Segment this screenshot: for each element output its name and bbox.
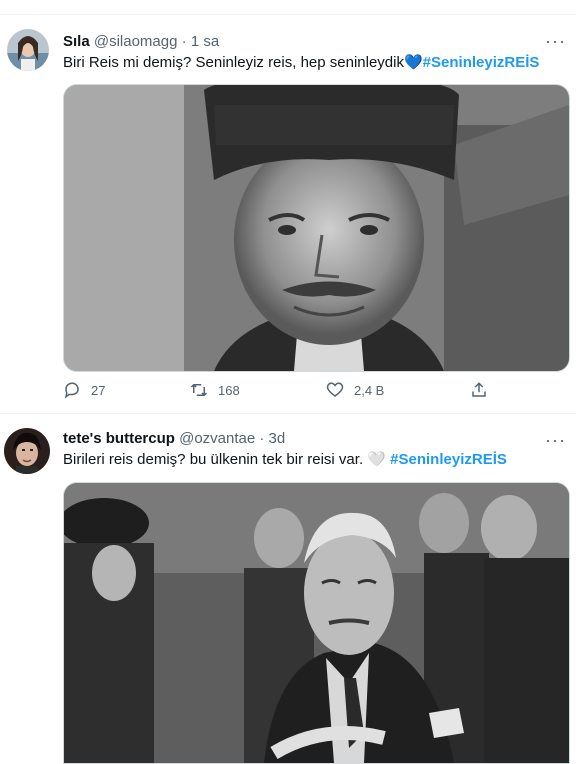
tweet-photo[interactable]: [63, 482, 570, 764]
more-icon[interactable]: ···: [545, 31, 566, 52]
hashtag-link[interactable]: #SeninleyizREİS: [390, 451, 507, 468]
retweet-icon: [190, 383, 208, 397]
like-button[interactable]: 2,4 B: [326, 381, 384, 399]
share-icon: [472, 382, 486, 397]
tweet-header: Sıla @silaomagg · 1 sa: [63, 33, 219, 50]
retweet-button[interactable]: 168: [190, 381, 240, 399]
reply-button[interactable]: 27: [63, 381, 105, 399]
share-button[interactable]: [470, 381, 488, 399]
reply-count: 27: [91, 382, 106, 398]
retweet-count: 168: [218, 382, 240, 398]
top-divider: [0, 0, 576, 15]
tweet-actions: 27 168 2,4 B: [63, 381, 543, 405]
tweet-1[interactable]: Sıla @silaomagg · 1 sa ··· Biri Reis mi …: [0, 15, 576, 414]
display-name[interactable]: tete's buttercup: [63, 430, 175, 447]
user-handle[interactable]: @ozvantae: [179, 430, 255, 447]
reply-icon: [64, 382, 79, 399]
tweet-2[interactable]: tete's buttercup @ozvantae · 3d ··· Biri…: [0, 414, 576, 764]
display-name[interactable]: Sıla: [63, 33, 90, 50]
avatar[interactable]: [7, 29, 49, 71]
tweet-text-content: Biri Reis mi demiş? Seninleyiz reis, hep…: [63, 54, 404, 71]
like-icon: [326, 382, 344, 397]
heart-emoji: 💙: [403, 54, 423, 71]
user-handle[interactable]: @silaomagg: [94, 33, 178, 50]
heart-emoji: 🤍: [367, 451, 386, 468]
timestamp[interactable]: 1 sa: [191, 33, 219, 50]
separator-dot: ·: [181, 33, 187, 50]
avatar[interactable]: [4, 428, 50, 474]
hashtag-link[interactable]: #SeninleyizREİS: [423, 54, 540, 71]
timestamp[interactable]: 3d: [269, 430, 286, 447]
separator-dot: ·: [259, 430, 265, 447]
tweet-text-content: Birileri reis demiş? bu ülkenin tek bir …: [63, 451, 364, 468]
tweet-photo[interactable]: [63, 84, 570, 372]
tweet-text: Biri Reis mi demiş? Seninleyiz reis, hep…: [63, 53, 539, 73]
like-count: 2,4 B: [354, 382, 385, 398]
tweet-header: tete's buttercup @ozvantae · 3d: [63, 430, 285, 447]
more-icon[interactable]: ···: [545, 430, 566, 451]
tweet-text: Birileri reis demiş? bu ülkenin tek bir …: [63, 450, 507, 470]
